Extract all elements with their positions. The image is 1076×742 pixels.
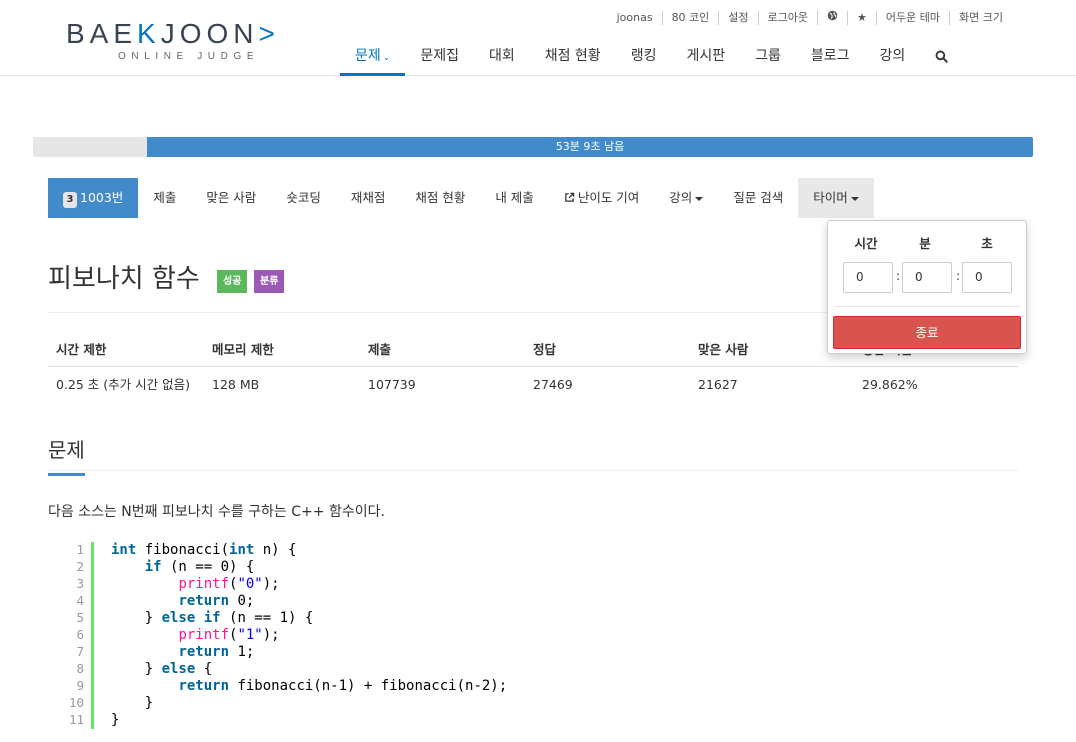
tab-timer[interactable]: 타이머 [798,178,874,218]
time-separator: : [896,269,901,283]
memory-limit-value: 128 MB [212,377,260,392]
tab-problem-number[interactable]: 3 1003번 [48,178,139,218]
line-number: 10 [68,695,84,710]
star-icon[interactable]: ★ [847,10,876,25]
line-number: 3 [76,576,84,591]
nav-board[interactable]: 게시판 [671,40,740,76]
nav-problem[interactable]: 문제 ⌄ [340,40,406,76]
nav-lecture[interactable]: 강의 [865,40,921,76]
logout-link[interactable]: 로그아웃 [757,10,817,25]
time-separator: : [956,269,961,283]
line-number: 6 [76,627,84,642]
hours-label: 시간 [854,236,878,251]
line-number: 8 [76,661,84,676]
nav-workbook[interactable]: 문제집 [405,40,474,76]
header-accepted: 정답 [533,342,557,357]
tab-submit[interactable]: 제출 [138,178,191,218]
line-number: 1 [76,542,84,557]
problem-title: 피보나치 함수 [48,264,200,294]
nav-blog[interactable]: 블로그 [796,40,865,76]
line-number: 11 [68,712,84,727]
header-time-limit: 시간 제한 [56,342,107,357]
problem-tabs: 3 1003번 제출 맞은 사람 숏코딩 재채점 채점 현황 내 제출 난이도 기… [48,178,874,218]
line-number: 4 [76,593,84,608]
code-gutter-bar [91,542,94,729]
caret-down-icon [850,196,859,201]
tab-my-submit[interactable]: 내 제출 [480,178,548,218]
divider [48,470,1018,471]
tab-difficulty[interactable]: 난이도 기여 [549,178,654,218]
timer-end-button[interactable]: 종료 [833,316,1021,349]
divider [834,306,1020,307]
caret-down-icon [695,196,704,201]
submissions-value: 107739 [368,377,416,392]
logo-text: BAEKJOON> [66,18,280,49]
timer-dropdown: 시간 분 초 0 : 0 : 0 종료 [827,220,1027,354]
top-user-bar: joonas 80 코인 설정 로그아웃 ★ 어두운 테마 화면 크기 [608,10,1012,25]
problem-description: 다음 소스는 N번째 피보나치 수를 구하는 C++ 함수이다. [48,504,385,520]
line-number: 2 [76,559,84,574]
site-header: BAEKJOON> ONLINE JUDGE joonas 80 코인 설정 로… [0,0,1076,76]
header-submissions: 제출 [368,342,392,357]
line-number: 7 [76,644,84,659]
code-line: if (n == 0) { [144,559,255,575]
timer-progress-fill: 53분 9초 남음 [147,137,1033,157]
screen-size-link[interactable]: 화면 크기 [949,10,1012,25]
tab-shortcoding[interactable]: 숏코딩 [271,178,336,218]
tab-lecture[interactable]: 강의 [654,178,718,218]
username-link[interactable]: joonas [608,11,662,25]
accepted-value: 27469 [533,377,573,392]
external-link-icon [564,190,578,205]
tab-question-search[interactable]: 질문 검색 [718,178,798,218]
tab-status[interactable]: 채점 현황 [400,178,480,218]
class-badge[interactable]: 분류 [254,270,285,293]
code-line: printf("0"); [178,576,280,592]
line-number: 5 [76,610,84,625]
dark-theme-link[interactable]: 어두운 테마 [875,10,949,25]
search-icon[interactable] [920,40,963,76]
main-nav: 문제 ⌄ 문제집 대회 채점 현황 랭킹 게시판 그룹 블로그 강의 [340,40,963,76]
header-solvers: 맞은 사람 [698,342,749,357]
hours-input[interactable]: 0 [843,262,893,293]
coin-link[interactable]: 80 코인 [661,10,719,25]
code-line: return fibonacci(n-1) + fibonacci(n-2); [178,678,508,694]
code-line: } [111,712,120,728]
code-line: int fibonacci(int n) { [111,542,297,558]
table-row: 0.25 초 (추가 시간 없음) 128 MB 107739 27469 21… [48,367,1018,399]
code-line: return 0; [178,593,255,609]
minutes-input[interactable]: 0 [902,262,952,293]
code-line: } else if (n == 1) { [144,610,314,626]
timer-progress-bar: 53분 9초 남음 [33,137,1033,157]
nav-ranking[interactable]: 랭킹 [616,40,672,76]
nav-group[interactable]: 그룹 [740,40,796,76]
logo-subtitle: ONLINE JUDGE [118,51,260,62]
seconds-input[interactable]: 0 [962,262,1012,293]
settings-link[interactable]: 설정 [718,10,757,25]
seconds-label: 초 [981,236,993,251]
tab-solvers[interactable]: 맞은 사람 [191,178,271,218]
ratio-value: 29.862% [862,377,918,392]
status-badge: 성공 [217,270,248,293]
site-logo[interactable]: BAEKJOON> ONLINE JUDGE [66,18,316,64]
code-line: printf("1"); [178,627,280,643]
time-limit-value: 0.25 초 (추가 시간 없음) [56,377,190,392]
code-line: } [144,695,154,711]
solvers-value: 21627 [698,377,738,392]
tier-badge: 3 [63,192,77,208]
nav-status[interactable]: 채점 현황 [530,40,616,76]
chevron-down-icon: ⌄ [382,53,391,63]
nav-contest[interactable]: 대회 [474,40,530,76]
header-memory-limit: 메모리 제한 [212,342,274,357]
code-line: return 1; [178,644,255,660]
tab-rejudge[interactable]: 재채점 [336,178,401,218]
minutes-label: 분 [919,236,931,251]
line-number: 9 [76,678,84,693]
globe-icon[interactable] [817,10,847,25]
code-line: } else { [144,661,213,677]
